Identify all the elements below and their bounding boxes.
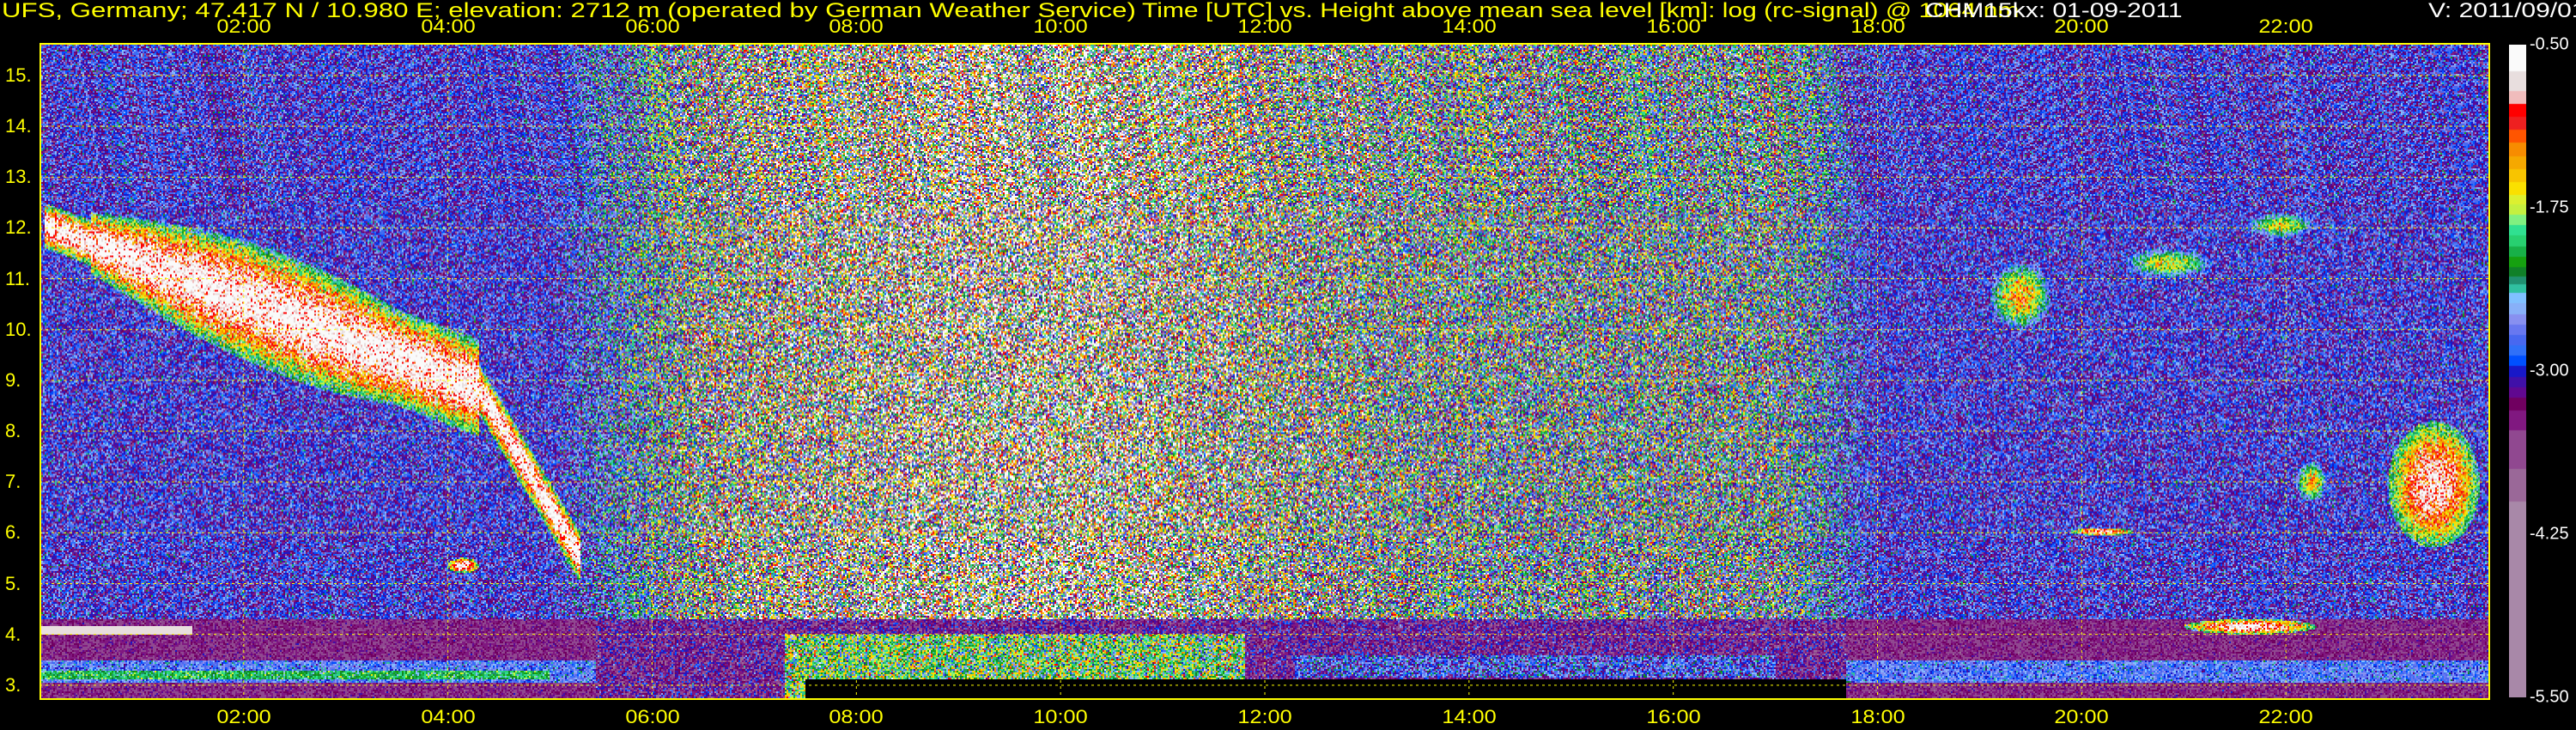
- x-tick-bottom: 22:00: [2258, 706, 2313, 727]
- backscatter-heatmap: [39, 43, 2490, 700]
- y-tick: 3.: [5, 673, 21, 696]
- x-tick-bottom: 06:00: [624, 706, 680, 727]
- x-tick-top: 12:00: [1237, 15, 1292, 37]
- x-tick-top: 06:00: [624, 15, 680, 37]
- y-tick: 7.: [5, 471, 21, 493]
- y-tick: 15.: [5, 64, 32, 86]
- x-tick-bottom: 02:00: [216, 706, 271, 727]
- y-tick: 6.: [5, 521, 21, 544]
- colorbar: [2509, 45, 2526, 697]
- x-tick-bottom: 04:00: [420, 706, 476, 727]
- y-tick: 11.: [5, 267, 30, 289]
- x-tick-bottom: 20:00: [2054, 706, 2109, 727]
- x-tick-top: 20:00: [2054, 15, 2109, 37]
- colorbar-tick: -3.00: [2530, 361, 2569, 380]
- x-tick-bottom: 12:00: [1237, 706, 1292, 727]
- y-tick: 10.: [5, 318, 32, 340]
- x-tick-bottom: 16:00: [1645, 706, 1701, 727]
- x-tick-top: 14:00: [1442, 15, 1497, 37]
- version-label: V: 2011/09/01: [2428, 0, 2576, 22]
- colorbar-tick: -4.25: [2530, 524, 2569, 544]
- x-tick-top: 02:00: [216, 15, 271, 37]
- x-tick-top: 04:00: [420, 15, 476, 37]
- y-tick: 4.: [5, 623, 21, 645]
- y-tick: 5.: [5, 572, 21, 594]
- x-tick-top: 22:00: [2258, 15, 2313, 37]
- x-tick-bottom: 08:00: [829, 706, 884, 727]
- x-tick-bottom: 18:00: [1850, 706, 1905, 727]
- y-tick: 9.: [5, 368, 21, 391]
- x-tick-bottom: 10:00: [1033, 706, 1088, 727]
- x-tick-top: 16:00: [1645, 15, 1701, 37]
- x-tick-top: 08:00: [829, 15, 884, 37]
- x-tick-bottom: 14:00: [1442, 706, 1497, 727]
- y-tick: 8.: [5, 420, 21, 442]
- colorbar-tick: -0.50: [2530, 34, 2569, 54]
- station-info: UFS, Germany; 47.417 N / 10.980 E; eleva…: [2, 0, 1136, 22]
- y-tick: 13.: [5, 166, 32, 188]
- x-tick-top: 10:00: [1033, 15, 1088, 37]
- y-tick: 12.: [5, 216, 32, 239]
- x-tick-top: 18:00: [1850, 15, 1905, 37]
- colorbar-tick: -1.75: [2530, 198, 2569, 217]
- y-tick: 14.: [5, 115, 32, 137]
- grid-overlay: [39, 43, 2490, 700]
- colorbar-tick: -5.50: [2530, 687, 2569, 707]
